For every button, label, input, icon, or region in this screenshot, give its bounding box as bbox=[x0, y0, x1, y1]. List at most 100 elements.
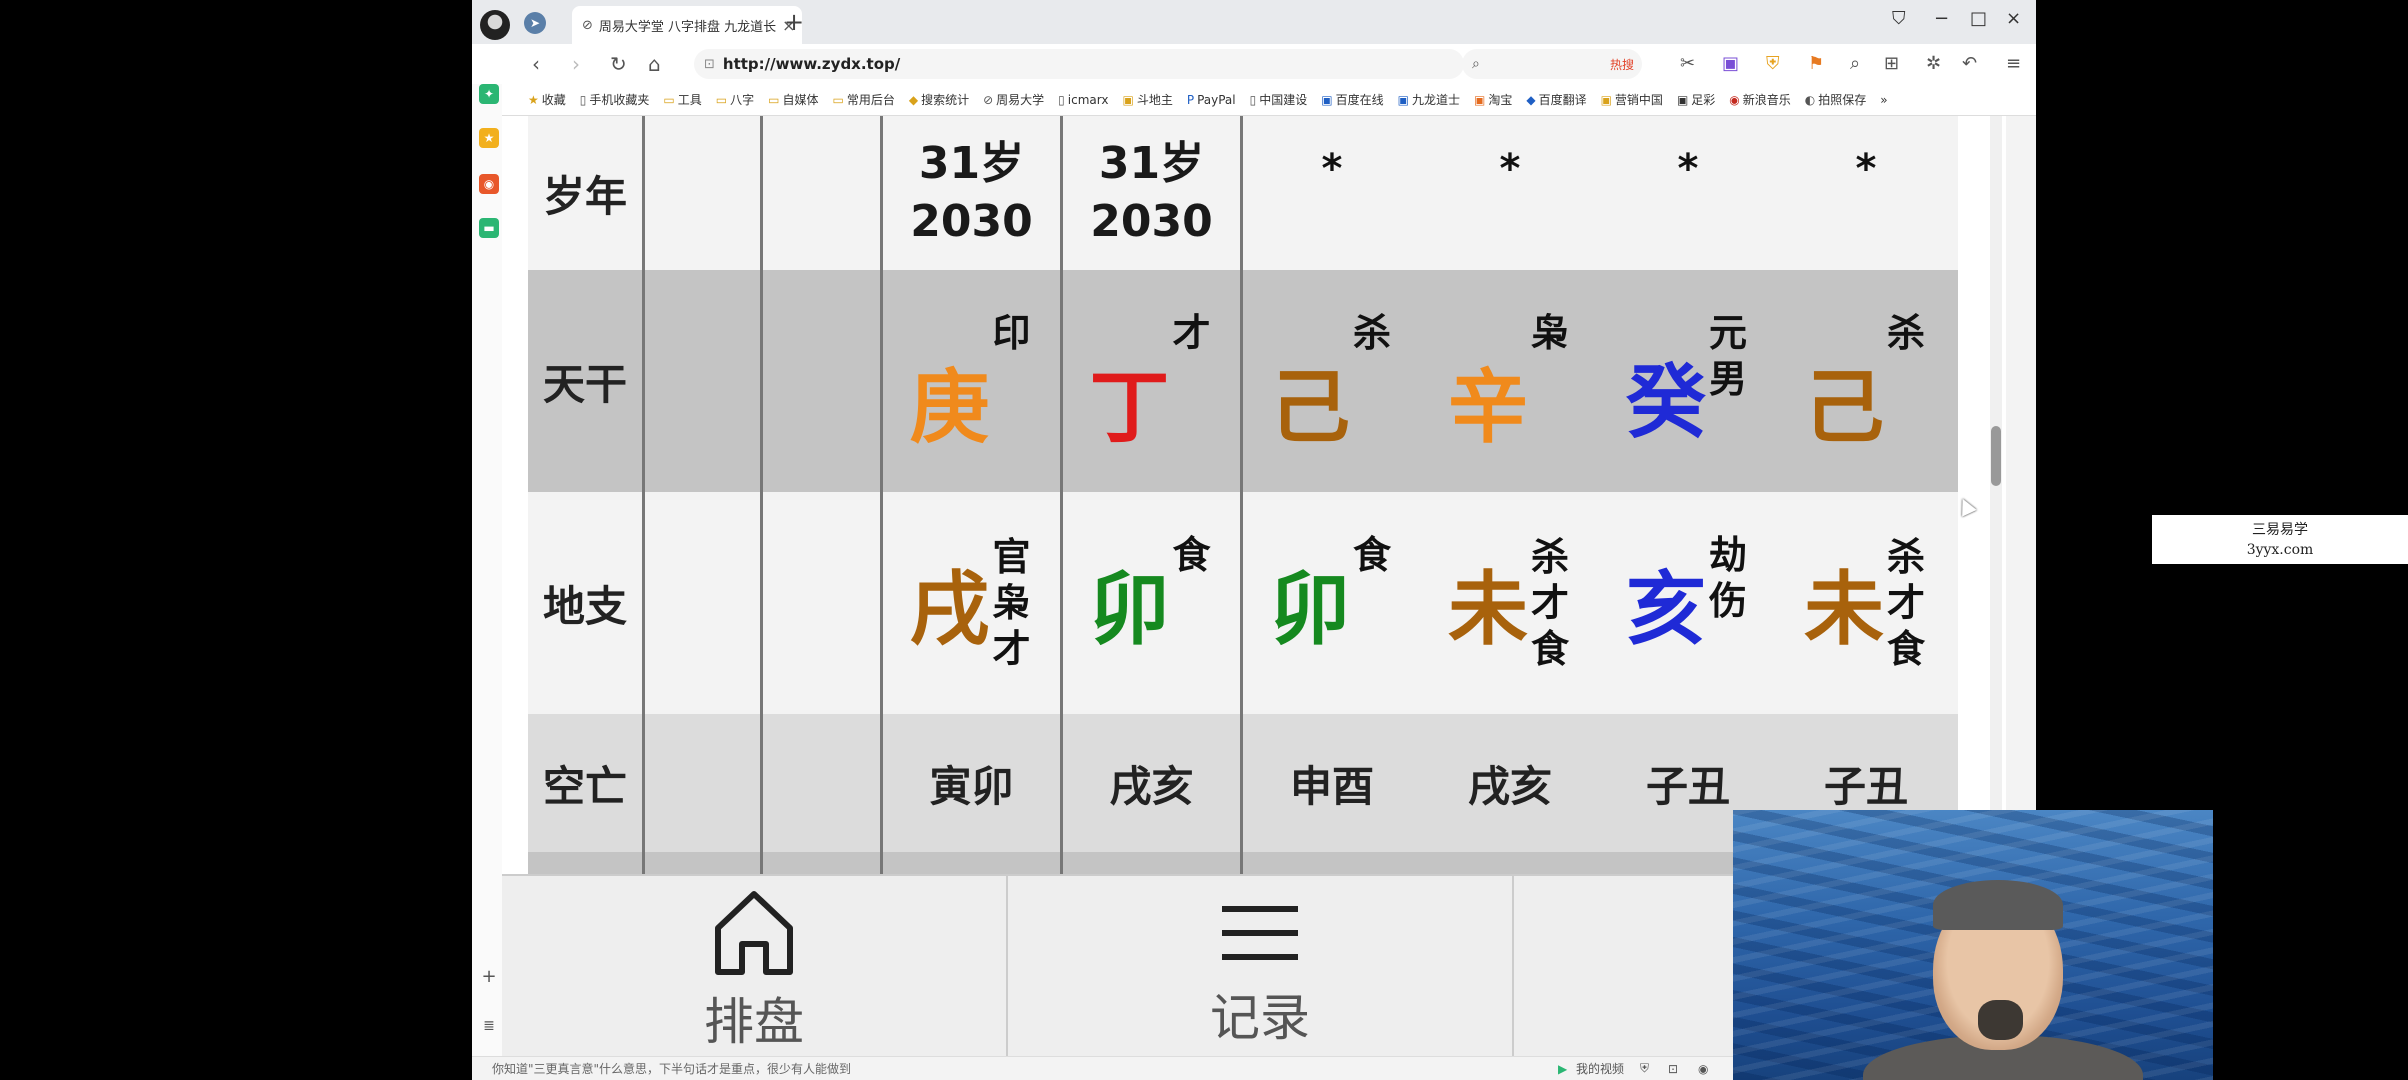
watermark: 三易易学 3yyx.com bbox=[2152, 515, 2408, 564]
hidden-gods-label: 劫伤 bbox=[1708, 533, 1747, 623]
row-header-kong-wang: 空亡 bbox=[542, 761, 627, 811]
game-icon[interactable]: ⚑ bbox=[1808, 53, 1824, 74]
tab-active[interactable]: ⊘ 周易大学堂 八字排盘 九龙道长 × bbox=[572, 6, 802, 44]
bookmark-icon: ◉ bbox=[1729, 93, 1740, 107]
presenter-beard bbox=[1978, 1000, 2023, 1040]
stem-cell: 己 杀 bbox=[1243, 270, 1421, 492]
presenter-hair bbox=[1933, 880, 2063, 930]
bookmark-item[interactable]: ▣ 营销中国 bbox=[1601, 91, 1663, 108]
reload-button[interactable]: ↻ bbox=[610, 52, 627, 76]
heavenly-stem: 己 bbox=[1270, 361, 1350, 454]
tab-title: 周易大学堂 八字排盘 九龙道长 bbox=[598, 19, 777, 35]
age-label: 31岁 bbox=[1098, 138, 1205, 189]
void-cell: 申酉 bbox=[1289, 761, 1374, 811]
age-cell: * bbox=[1243, 116, 1421, 270]
scrollbar-thumb[interactable] bbox=[1991, 426, 2001, 486]
settings-icon[interactable]: ✲ bbox=[1926, 53, 1941, 74]
row-header-di-zhi: 地支 bbox=[542, 581, 627, 631]
bookmark-item[interactable]: ▣ 九龙道士 bbox=[1398, 91, 1460, 108]
nav-records[interactable]: 记录 bbox=[1008, 876, 1514, 1064]
bookmark-item[interactable]: ▯ 中国建设 bbox=[1250, 91, 1308, 108]
shield-status-icon[interactable]: ⛨ bbox=[1640, 1061, 1649, 1076]
nav-home[interactable]: 排盘 bbox=[502, 876, 1008, 1064]
undo-icon[interactable]: ↶ bbox=[1962, 53, 1977, 74]
heavenly-stem: 辛 bbox=[1448, 361, 1528, 454]
address-bar[interactable]: ⊡ http://www.zydx.top/ bbox=[694, 49, 1464, 79]
bookmark-icon: ▣ bbox=[1397, 93, 1409, 107]
extension-icon[interactable]: ▣ bbox=[1722, 53, 1739, 74]
bookmark-item[interactable]: P PayPal bbox=[1187, 93, 1236, 107]
webcam-overlay bbox=[1733, 810, 2213, 1080]
hot-search-label: 热搜 bbox=[1609, 57, 1634, 72]
bookmark-folder[interactable]: ▭ 八字 bbox=[716, 91, 754, 108]
search-box[interactable]: ⌕ 热搜 bbox=[1462, 49, 1642, 79]
sidebar-add-icon[interactable]: + bbox=[479, 966, 499, 987]
menu-icon[interactable]: ≡ bbox=[2006, 53, 2021, 74]
home-button[interactable]: ⌂ bbox=[648, 52, 661, 76]
shield-icon[interactable]: ⛨ bbox=[1766, 53, 1780, 74]
bookmark-item[interactable]: ▯ 手机收藏夹 bbox=[580, 91, 650, 108]
forward-button[interactable]: › bbox=[572, 52, 580, 76]
bookmark-icon: ▣ bbox=[1321, 93, 1333, 107]
sidebar-app-icon[interactable]: ✦ bbox=[479, 84, 499, 104]
bookmark-folder[interactable]: ▭ 常用后台 bbox=[832, 91, 894, 108]
more-bookmarks-icon[interactable]: » bbox=[1880, 93, 1887, 107]
home-icon bbox=[715, 891, 793, 975]
sidebar-weibo-icon[interactable]: ◉ bbox=[479, 174, 499, 194]
bookmarks-bar: ★ 收藏 ▯ 手机收藏夹 ▭ 工具 ▭ 八字 ▭ 自媒体 ▭ 常用后台 ◆ 搜索统计 ⊘ 周易大… bbox=[472, 84, 2036, 116]
page-scrollbar[interactable] bbox=[1990, 116, 2002, 876]
zoom-icon[interactable]: ⌕ bbox=[1850, 53, 1860, 74]
bookmark-folder[interactable]: ▭ 自媒体 bbox=[768, 91, 818, 108]
folder-icon: ▭ bbox=[715, 93, 728, 107]
minimize-button[interactable]: − bbox=[1934, 8, 1949, 29]
hidden-gods-label: 杀才食 bbox=[1886, 535, 1925, 671]
video-icon[interactable]: ▶ bbox=[1558, 1062, 1567, 1076]
branch-cell: 戌 官枭才 bbox=[883, 492, 1060, 714]
sidebar-favorites-icon[interactable]: ★ bbox=[479, 128, 499, 148]
bookmark-item[interactable]: ◆ 搜索统计 bbox=[909, 91, 969, 108]
year-label: * bbox=[1321, 146, 1343, 192]
ten-god-label: 枭 bbox=[1530, 311, 1569, 355]
bookmark-folder[interactable]: ▭ 工具 bbox=[663, 91, 701, 108]
sound-icon[interactable]: ◉ bbox=[1698, 1062, 1708, 1076]
sidebar-list-icon[interactable]: ≣ bbox=[479, 1016, 499, 1036]
branch-cell: 亥 劫伤 bbox=[1599, 492, 1777, 714]
new-tab-button[interactable]: + bbox=[784, 8, 804, 36]
sidebar-mail-icon[interactable]: ▬ bbox=[479, 218, 499, 238]
bookmark-item[interactable]: ◆ 百度翻译 bbox=[1526, 91, 1586, 108]
bookmark-item[interactable]: ▣ 斗地主 bbox=[1122, 91, 1172, 108]
close-window-button[interactable]: × bbox=[2006, 8, 2021, 29]
shirt-icon[interactable]: ⛉ bbox=[1892, 8, 1906, 29]
earthly-branch: 亥 bbox=[1626, 563, 1706, 656]
bookmark-icon: ◆ bbox=[908, 93, 919, 107]
my-video-label[interactable]: 我的视频 bbox=[1576, 1060, 1624, 1077]
heavenly-stem: 丁 bbox=[1089, 361, 1170, 454]
bookmark-item[interactable]: ▣ 足彩 bbox=[1677, 91, 1715, 108]
back-button[interactable]: ‹ bbox=[532, 52, 540, 76]
bookmark-item[interactable]: ⊘ 周易大学 bbox=[983, 91, 1044, 108]
maximize-button[interactable]: □ bbox=[1970, 8, 1987, 29]
void-cell: 戌亥 bbox=[1109, 761, 1194, 811]
star-icon: ★ bbox=[528, 93, 539, 107]
bookmark-icon: ⊘ bbox=[983, 93, 994, 107]
download-icon[interactable]: ⊡ bbox=[1668, 1062, 1678, 1076]
row-header-sui-nian: 岁年 bbox=[542, 171, 627, 221]
nav-home-label: 排盘 bbox=[704, 993, 804, 1051]
status-text[interactable]: 你知道"三更真言意"什么意思，下半句话才是重点，很少有人能做到 bbox=[492, 1060, 851, 1077]
bookmark-icon: ▣ bbox=[1122, 93, 1134, 107]
scissors-icon[interactable]: ✂ bbox=[1680, 53, 1695, 74]
bookmark-item[interactable]: ◐ 拍照保存 bbox=[1805, 91, 1867, 108]
bookmark-item[interactable]: ◉ 新浪音乐 bbox=[1729, 91, 1791, 108]
age-label: 31岁 bbox=[918, 138, 1025, 189]
user-avatar[interactable] bbox=[480, 10, 510, 40]
navigation-icon[interactable]: ➤ bbox=[524, 12, 546, 34]
bookmark-icon: ◆ bbox=[1526, 93, 1536, 107]
stem-cell: 癸 元男 bbox=[1599, 270, 1777, 492]
grid-icon[interactable]: ⊞ bbox=[1884, 53, 1899, 74]
bookmark-item[interactable]: ▣ 百度在线 bbox=[1321, 91, 1383, 108]
bookmark-item[interactable]: ▣ 淘宝 bbox=[1474, 91, 1512, 108]
bookmark-item[interactable]: ★ 收藏 bbox=[528, 91, 566, 108]
age-cell: 31岁 2030 bbox=[1063, 116, 1240, 270]
bookmark-item[interactable]: ▯ icmarx bbox=[1058, 93, 1108, 107]
search-icon: ⌕ bbox=[1472, 56, 1480, 72]
